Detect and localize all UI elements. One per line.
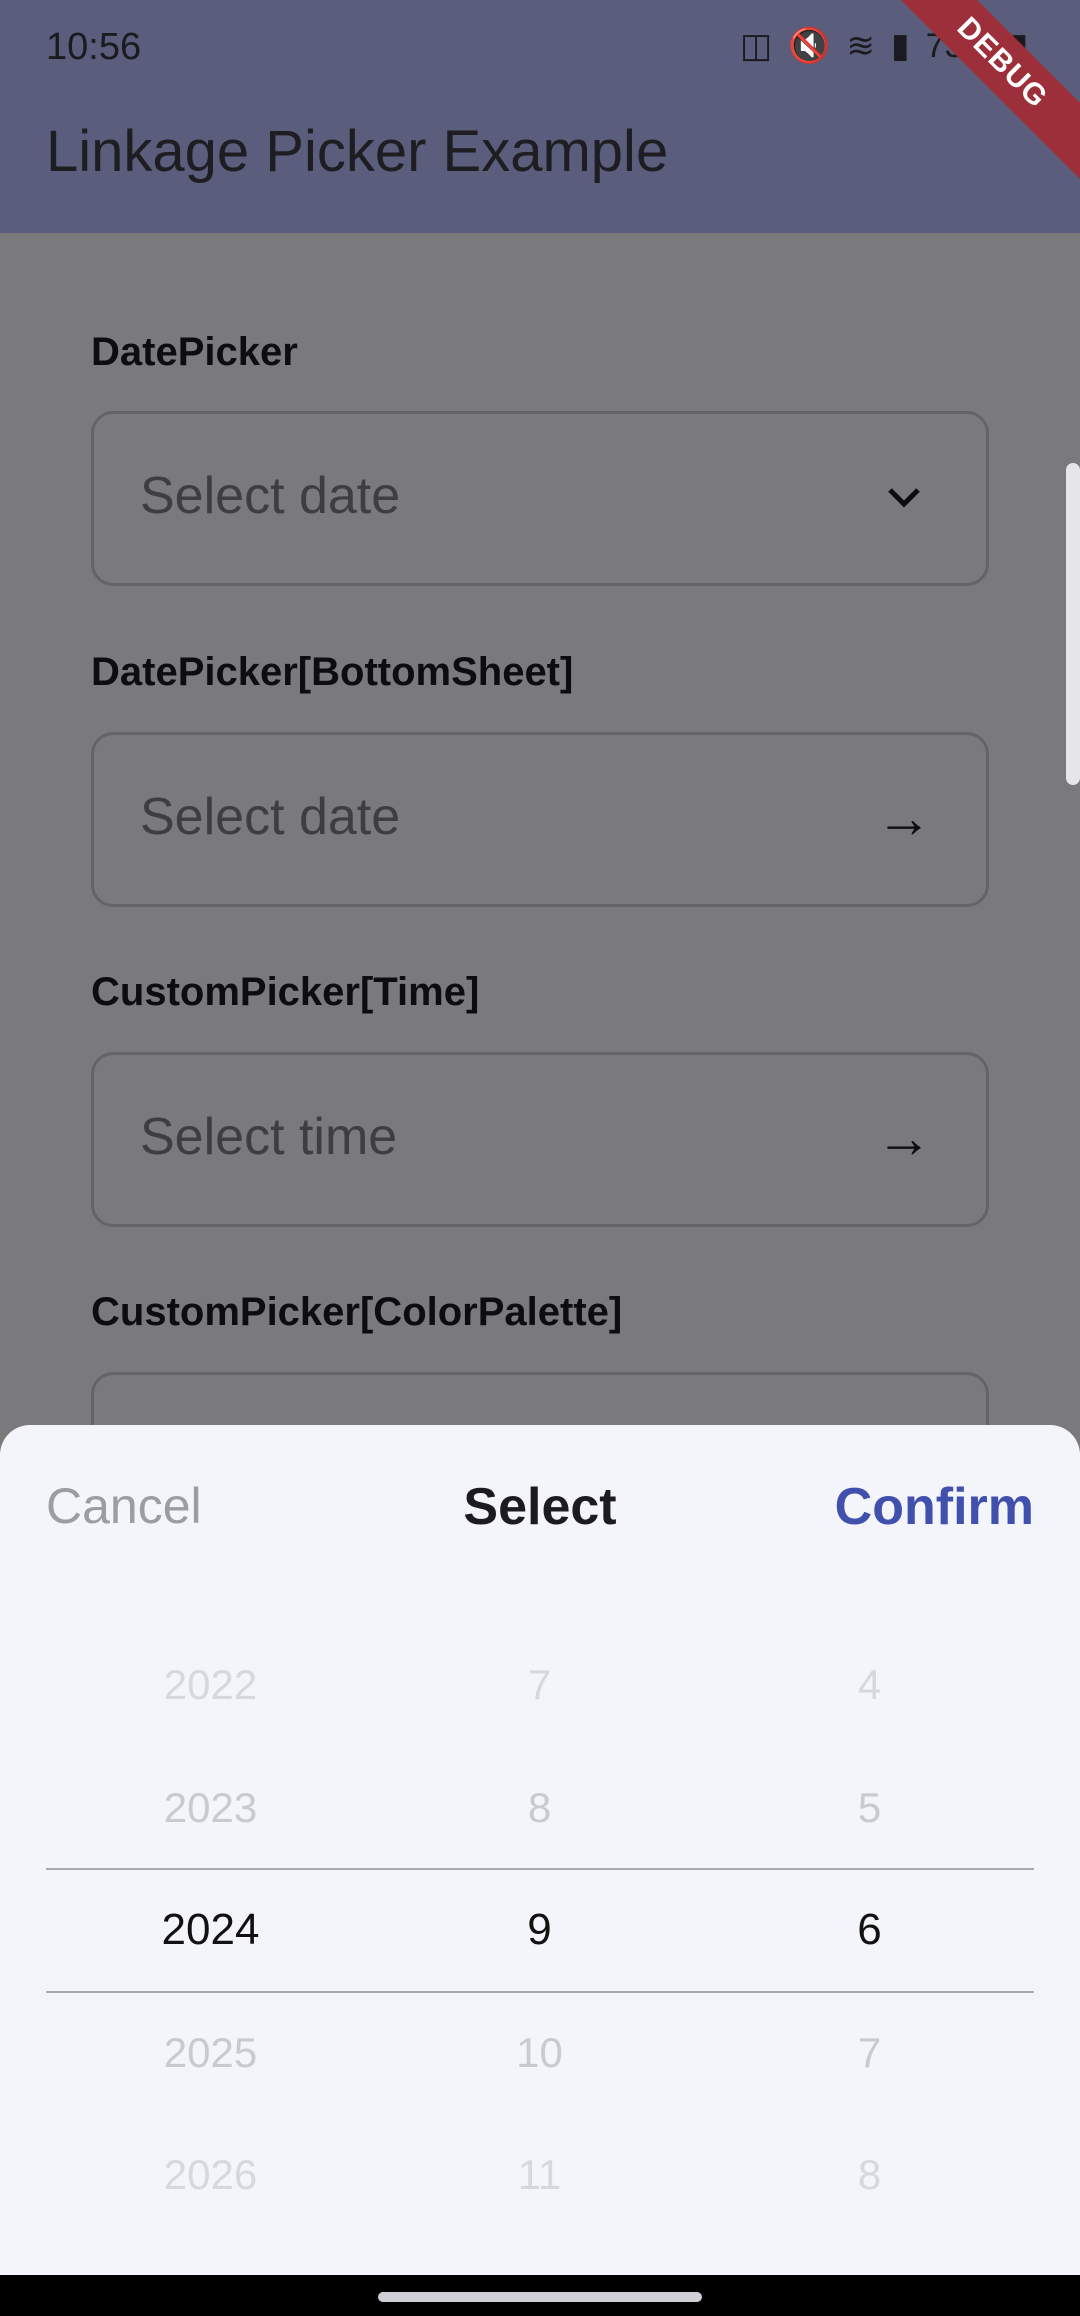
month-wheel[interactable]: 7 8 9 10 11 <box>375 1590 704 2210</box>
home-indicator[interactable] <box>378 2292 702 2302</box>
scrollbar-thumb[interactable] <box>1066 463 1080 785</box>
sheet-header: Cancel Select Confirm <box>0 1425 1080 1585</box>
month-item[interactable]: 10 <box>375 2023 704 2083</box>
status-time: 10:56 <box>46 26 142 68</box>
month-item[interactable]: 8 <box>375 1778 704 1838</box>
year-item[interactable]: 2025 <box>46 2023 375 2083</box>
month-item[interactable]: 7 <box>375 1655 704 1715</box>
day-item-selected[interactable]: 6 <box>705 1900 1034 1960</box>
month-item[interactable]: 11 <box>375 2145 704 2205</box>
month-item-selected[interactable]: 9 <box>375 1900 704 1960</box>
year-item[interactable]: 2026 <box>46 2145 375 2205</box>
app-bar: 10:56 ◫ 🔇 ≋ ▮ 73% ▮ Linkage Picker Examp… <box>0 0 1080 233</box>
day-wheel[interactable]: 4 5 6 7 8 <box>705 1590 1034 2210</box>
year-item[interactable]: 2023 <box>46 1778 375 1838</box>
wifi-icon: ≋ <box>846 27 875 65</box>
picker-wheels: 2022 2023 2024 2025 2026 7 8 9 10 11 4 5… <box>46 1590 1034 2210</box>
year-wheel[interactable]: 2022 2023 2024 2025 2026 <box>46 1590 375 2210</box>
year-item[interactable]: 2022 <box>46 1655 375 1715</box>
confirm-button[interactable]: Confirm <box>835 1477 1034 1537</box>
app-title: Linkage Picker Example <box>46 119 669 184</box>
battery-saver-icon: ◫ <box>740 27 773 65</box>
mute-icon: 🔇 <box>788 27 831 65</box>
signal-icon: ▮ <box>890 27 910 65</box>
year-item-selected[interactable]: 2024 <box>46 1900 375 1960</box>
day-item[interactable]: 4 <box>705 1655 1034 1715</box>
day-item[interactable]: 7 <box>705 2023 1034 2083</box>
day-item[interactable]: 5 <box>705 1778 1034 1838</box>
screen: 10:56 ◫ 🔇 ≋ ▮ 73% ▮ Linkage Picker Examp… <box>0 0 1080 2316</box>
day-item[interactable]: 8 <box>705 2145 1034 2205</box>
